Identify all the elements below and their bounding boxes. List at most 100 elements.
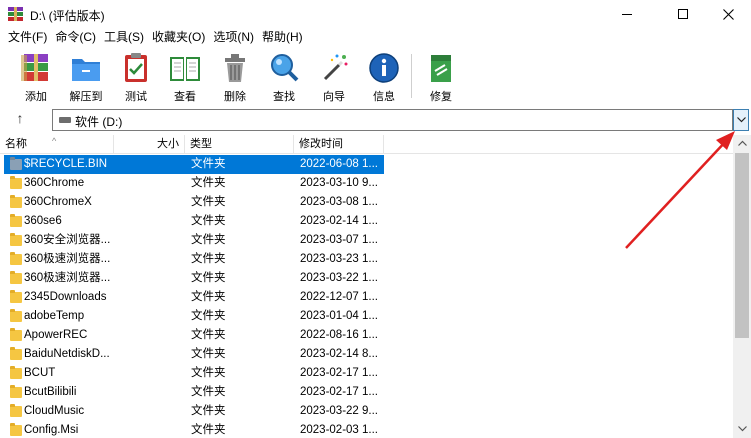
scroll-thumb[interactable] <box>735 153 749 338</box>
file-modified: 2023-03-23 1... <box>300 253 379 265</box>
folder-icon <box>10 347 22 360</box>
view-label: 查看 <box>174 91 196 103</box>
repair-button[interactable]: 修复 <box>418 51 464 103</box>
extract-to-label: 解压到 <box>69 91 103 103</box>
menu-favorites[interactable]: 收藏夹(O) <box>148 28 209 46</box>
file-size <box>114 231 185 250</box>
column-header-name[interactable]: 名称 ^ <box>0 135 114 154</box>
menu-bar: 文件(F) 命令(C) 工具(S) 收藏夹(O) 选项(N) 帮助(H) <box>0 28 751 46</box>
folder-icon <box>10 404 22 417</box>
scroll-up-button[interactable] <box>733 135 751 152</box>
folder-icon <box>10 328 22 341</box>
find-button[interactable]: 查找 <box>261 51 307 103</box>
file-row[interactable]: 360极速浏览器... 文件夹 2023-03-23 1... <box>0 250 733 269</box>
file-size <box>114 155 185 174</box>
folder-icon <box>10 233 22 246</box>
file-row[interactable]: 360安全浏览器... 文件夹 2023-03-07 1... <box>0 231 733 250</box>
maximize-button[interactable] <box>660 0 706 28</box>
vertical-scrollbar[interactable] <box>733 135 751 438</box>
repair-icon <box>431 55 451 82</box>
file-type: 文件夹 <box>191 196 226 208</box>
extract-to-button[interactable]: 解压到 <box>63 51 109 103</box>
menu-help[interactable]: 帮助(H) <box>258 28 307 46</box>
file-modified: 2023-02-14 8... <box>300 348 379 360</box>
column-header-type[interactable]: 类型 <box>185 135 294 154</box>
file-name: Config.Msi <box>4 421 114 438</box>
file-name: BcutBilibili <box>4 383 114 402</box>
view-book-icon <box>170 57 200 81</box>
test-button[interactable]: 测试 <box>113 51 159 103</box>
file-row[interactable]: 2345Downloads 文件夹 2022-12-07 1... <box>0 288 733 307</box>
file-modified: 2022-06-08 1... <box>294 155 384 174</box>
file-row[interactable]: Config.Msi 文件夹 2023-02-03 1... <box>0 421 733 438</box>
file-row[interactable]: BcutBilibili 文件夹 2023-02-17 1... <box>0 383 733 402</box>
file-size <box>114 212 185 231</box>
file-row[interactable]: 360se6 文件夹 2023-02-14 1... <box>0 212 733 231</box>
add-button[interactable]: 添加 <box>13 51 59 103</box>
file-type: 文件夹 <box>191 386 226 398</box>
info-button[interactable]: 信息 <box>361 51 407 103</box>
menu-file[interactable]: 文件(F) <box>4 28 51 46</box>
column-header-size[interactable]: 大小 <box>114 135 185 154</box>
toolbar: 添加 解压到 测试 查看 删除 查找 向导 信息 修复 <box>0 46 751 104</box>
file-row[interactable]: 360极速浏览器... 文件夹 2023-03-22 1... <box>0 269 733 288</box>
file-name: BaiduNetdiskD... <box>4 345 114 364</box>
file-name: 360极速浏览器... <box>4 250 114 269</box>
test-clipboard-icon <box>125 53 147 82</box>
file-name: adobeTemp <box>4 307 114 326</box>
file-size <box>114 269 185 288</box>
file-list: 名称 ^ 大小 类型 修改时间 $RECYCLE.BIN 文件夹 2022-06-0… <box>0 135 733 438</box>
address-dropdown-button[interactable] <box>733 109 749 131</box>
minimize-button[interactable] <box>604 0 650 28</box>
delete-label: 删除 <box>224 91 246 103</box>
menu-tools[interactable]: 工具(S) <box>100 28 148 46</box>
file-row[interactable]: BCUT 文件夹 2023-02-17 1... <box>0 364 733 383</box>
file-name: 2345Downloads <box>4 288 114 307</box>
folder-icon <box>10 366 22 379</box>
up-folder-button[interactable]: ↑ <box>10 108 30 128</box>
menu-commands[interactable]: 命令(C) <box>51 28 100 46</box>
file-size <box>114 326 185 345</box>
address-row: ↑ 软件 (D:) <box>0 104 751 132</box>
file-name: ApowerREC <box>4 326 114 345</box>
file-row[interactable]: ApowerREC 文件夹 2022-08-16 1... <box>0 326 733 345</box>
file-size <box>114 364 185 383</box>
file-row[interactable]: 360Chrome 文件夹 2023-03-10 9... <box>0 174 733 193</box>
sort-ascending-icon: ^ <box>52 136 57 146</box>
folder-icon <box>10 252 22 265</box>
file-modified: 2023-02-03 1... <box>300 424 379 436</box>
chevron-down-icon <box>736 117 746 123</box>
folder-icon <box>10 309 22 322</box>
file-size <box>114 421 185 438</box>
folder-icon <box>10 271 22 284</box>
file-row[interactable]: 360ChromeX 文件夹 2023-03-08 1... <box>0 193 733 212</box>
file-modified: 2022-08-16 1... <box>300 329 379 341</box>
file-name: 360极速浏览器... <box>4 269 114 288</box>
file-row[interactable]: CloudMusic 文件夹 2023-03-22 9... <box>0 402 733 421</box>
test-label: 测试 <box>125 91 147 103</box>
file-name: 360se6 <box>4 212 114 231</box>
view-button[interactable]: 查看 <box>162 51 208 103</box>
file-name: BCUT <box>4 364 114 383</box>
archive-add-icon <box>21 54 48 81</box>
close-button[interactable] <box>705 0 751 28</box>
minimize-icon <box>622 13 632 15</box>
file-row[interactable]: $RECYCLE.BIN 文件夹 2022-06-08 1... <box>0 155 733 174</box>
delete-button[interactable]: 删除 <box>212 51 258 103</box>
close-icon <box>722 8 734 20</box>
info-icon <box>369 53 399 83</box>
menu-options[interactable]: 选项(N) <box>209 28 258 46</box>
file-type: 文件夹 <box>191 215 226 227</box>
file-modified: 2023-02-17 1... <box>300 386 379 398</box>
file-row[interactable]: BaiduNetdiskD... 文件夹 2023-02-14 8... <box>0 345 733 364</box>
column-header-modified[interactable]: 修改时间 <box>294 135 384 154</box>
scroll-down-icon <box>737 426 747 432</box>
file-modified: 2023-03-22 1... <box>300 272 379 284</box>
wizard-button[interactable]: 向导 <box>311 51 357 103</box>
file-row[interactable]: adobeTemp 文件夹 2023-01-04 1... <box>0 307 733 326</box>
up-arrow-icon: ↑ <box>16 110 24 126</box>
scroll-down-button[interactable] <box>733 421 751 438</box>
file-modified: 2023-02-14 1... <box>300 215 379 227</box>
address-field[interactable]: 软件 (D:) <box>52 109 733 131</box>
wizard-label: 向导 <box>323 91 345 103</box>
